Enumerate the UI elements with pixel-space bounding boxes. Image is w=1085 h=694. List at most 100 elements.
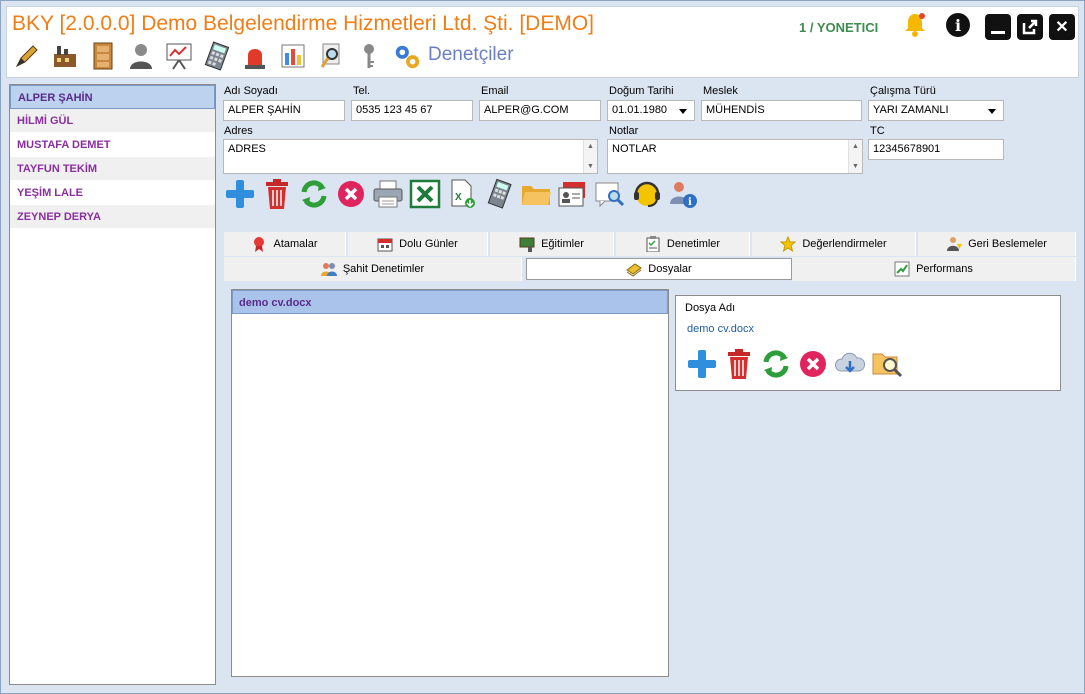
tab-performans[interactable]: Performans	[792, 257, 1076, 281]
minimize-button[interactable]	[985, 14, 1011, 40]
refresh-files-button[interactable]	[759, 347, 792, 381]
auditor-list-item[interactable]: MUSTAFA DEMET	[10, 133, 215, 157]
user-info-icon: i	[669, 182, 697, 208]
id-card-button[interactable]	[556, 177, 589, 211]
tc-field[interactable]: 12345678901	[868, 139, 1004, 160]
detail-panel: Adı Soyadı ALPER ŞAHİN Tel. 0535 123 45 …	[220, 84, 1078, 688]
factory-icon[interactable]	[50, 40, 80, 72]
key-icon[interactable]	[354, 40, 384, 72]
cancel-file-button[interactable]	[796, 347, 829, 381]
app-window: BKY [2.0.0.0] Demo Belgelendirme Hizmetl…	[0, 0, 1085, 694]
person-icon[interactable]	[126, 40, 156, 72]
pen-icon[interactable]	[12, 40, 42, 72]
email-field[interactable]: ALPER@G.COM	[479, 100, 601, 121]
job-field[interactable]: MÜHENDİS	[701, 100, 862, 121]
print-button[interactable]	[371, 177, 404, 211]
main-toolbar	[12, 40, 422, 72]
cloud-download-icon	[834, 352, 865, 373]
folder-search-icon	[872, 353, 902, 378]
auditor-list-item[interactable]: YEŞİM LALE	[10, 181, 215, 205]
tel-label: Tel.	[353, 85, 371, 97]
file-name-value[interactable]: demo cv.docx	[687, 323, 754, 335]
refresh-button[interactable]	[297, 177, 330, 211]
refresh-icon	[763, 350, 788, 378]
auditor-list-item[interactable]: HİLMİ GÜL	[10, 109, 215, 133]
support-button[interactable]	[630, 177, 663, 211]
tab-dolu-gunler-label: Dolu Günler	[399, 238, 458, 250]
bell-icon[interactable]	[902, 12, 928, 38]
email-label: Email	[481, 85, 509, 97]
excel-import-button[interactable]: X	[445, 177, 478, 211]
folder-icon	[521, 186, 551, 205]
birth-date-label: Doğum Tarihi	[609, 85, 674, 97]
file-actions	[685, 347, 903, 381]
siren-icon[interactable]	[240, 40, 270, 72]
auditor-list-item[interactable]: TAYFUN TEKİM	[10, 157, 215, 181]
add-file-button[interactable]	[685, 347, 718, 381]
calculator-icon	[487, 178, 512, 209]
action-toolbar: X i	[223, 177, 700, 211]
add-button[interactable]	[223, 177, 256, 211]
address-field[interactable]: ADRES ▲ ▼	[223, 139, 598, 174]
auditor-list-item[interactable]: ZEYNEP DERYA	[10, 205, 215, 229]
tab-geri-beslemeler-label: Geri Beslemeler	[968, 238, 1047, 250]
cabinet-icon[interactable]	[88, 40, 118, 72]
files-icon	[626, 261, 643, 277]
tab-dosyalar-label: Dosyalar	[648, 263, 692, 275]
user-info-button[interactable]: i	[667, 177, 700, 211]
close-button[interactable]: ✕	[1049, 14, 1075, 40]
notes-field[interactable]: NOTLAR ▲ ▼	[607, 139, 863, 174]
tel-field[interactable]: 0535 123 45 67	[351, 100, 473, 121]
magnifier-icon[interactable]	[316, 40, 346, 72]
search-document-button[interactable]	[593, 177, 626, 211]
delete-button[interactable]	[260, 177, 293, 211]
excel-import-icon: X	[451, 179, 475, 208]
excel-export-button[interactable]	[408, 177, 441, 211]
address-value: ADRES	[228, 143, 266, 155]
search-file-button[interactable]	[870, 347, 903, 381]
auditor-list-item[interactable]: ALPER ŞAHİN	[10, 85, 215, 109]
popout-button[interactable]	[1017, 14, 1043, 40]
tab-degerlendirmeler[interactable]: Değerlendirmeler	[752, 232, 916, 256]
tab-degerlendirmeler-label: Değerlendirmeler	[802, 238, 887, 250]
notes-label: Notlar	[609, 125, 639, 137]
tab-atamalar-label: Atamalar	[273, 238, 318, 250]
current-user[interactable]: 1 / YONETICI	[799, 20, 878, 35]
address-label: Adres	[224, 125, 253, 137]
tab-dosyalar[interactable]: Dosyalar	[526, 258, 792, 280]
notes-scrollbar[interactable]: ▲ ▼	[848, 140, 862, 173]
folder-button[interactable]	[519, 177, 552, 211]
worktype-label: Çalışma Türü	[870, 85, 936, 97]
header: BKY [2.0.0.0] Demo Belgelendirme Hizmetl…	[6, 6, 1079, 78]
presentation-icon[interactable]	[164, 40, 194, 72]
tab-sahit-denetimler[interactable]: Şahit Denetimler	[224, 257, 522, 281]
download-file-button[interactable]	[833, 347, 866, 381]
cancel-button[interactable]	[334, 177, 367, 211]
bar-chart-icon[interactable]	[278, 40, 308, 72]
app-title: BKY [2.0.0.0] Demo Belgelendirme Hizmetl…	[12, 12, 595, 35]
address-scrollbar[interactable]: ▲ ▼	[583, 140, 597, 173]
delete-file-button[interactable]	[722, 347, 755, 381]
gears-icon[interactable]	[392, 40, 422, 72]
printer-icon	[373, 180, 402, 208]
trash-icon	[727, 349, 750, 379]
cancel-icon	[799, 351, 826, 377]
tab-denetimler[interactable]: Denetimler	[616, 232, 750, 256]
birth-date-picker[interactable]: 01.01.1980	[607, 100, 695, 121]
name-field[interactable]: ALPER ŞAHİN	[223, 100, 345, 121]
headset-icon	[633, 181, 660, 207]
list-item[interactable]: demo cv.docx	[232, 290, 668, 314]
tab-dolu-gunler[interactable]: Dolu Günler	[348, 232, 488, 256]
calculator-icon[interactable]	[202, 40, 232, 72]
info-icon[interactable]: i	[946, 13, 970, 37]
checklist-icon	[645, 236, 661, 252]
calculator-button[interactable]	[482, 177, 515, 211]
worktype-select[interactable]: YARI ZAMANLI	[868, 100, 1004, 121]
tab-atamalar[interactable]: Atamalar	[224, 232, 346, 256]
tab-geri-beslemeler[interactable]: Geri Beslemeler	[918, 232, 1076, 256]
performance-icon	[894, 261, 910, 277]
tab-egitimler[interactable]: Eğitimler	[490, 232, 614, 256]
plus-icon	[687, 350, 716, 378]
tab-denetimler-label: Denetimler	[666, 238, 721, 250]
witness-icon	[320, 261, 337, 277]
